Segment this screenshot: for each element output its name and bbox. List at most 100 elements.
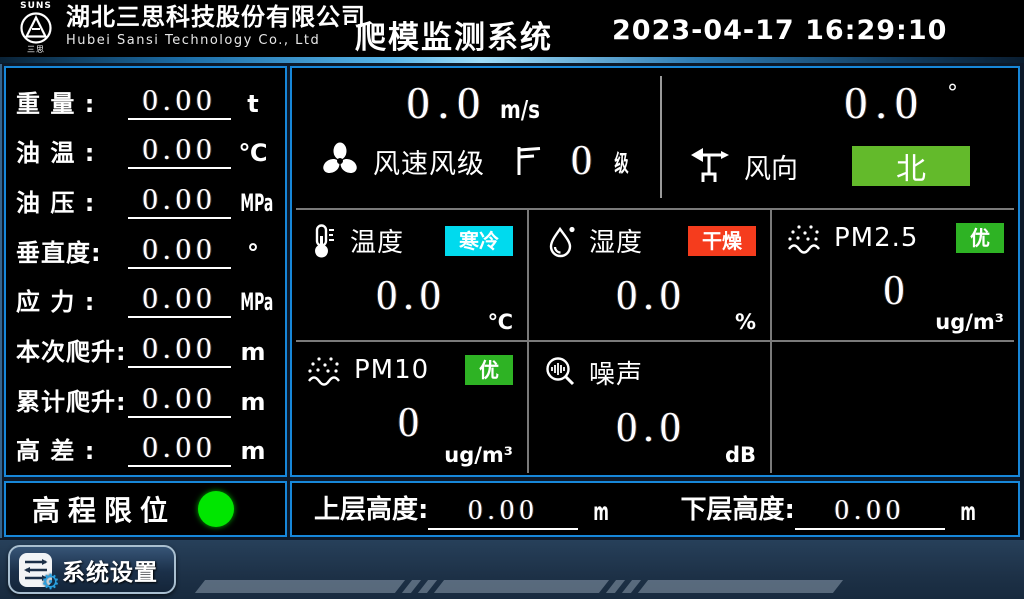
temperature-badge: 寒冷 (445, 226, 513, 256)
logo-suns-text: SUNS (8, 1, 64, 11)
company-logo: SUNS 三思 (8, 1, 64, 54)
temperature-value: 0.0 (306, 275, 517, 317)
temperature-unit: ℃ (488, 310, 513, 334)
metric-value: 0.00 (128, 133, 231, 169)
lower-height-unit: m (960, 497, 976, 530)
dust-icon (306, 354, 344, 386)
metric-unit: t (231, 92, 275, 120)
fan-icon (319, 140, 361, 182)
metric-row-current-climb: 本次爬升: 0.00 m (16, 322, 275, 368)
wind-speed-section: 0.0 m/s 风速风级 0 (292, 68, 660, 206)
metric-label: 垂直度: (16, 241, 128, 269)
pm10-badge: 优 (465, 355, 513, 385)
company-name-en: Hubei Sansi Technology Co., Ltd (66, 32, 366, 50)
wind-direction-row: 风向 北 (688, 146, 1024, 186)
dust-icon (786, 222, 824, 254)
temperature-label: 温度 (350, 222, 404, 259)
metrics-panel: 重 量 : 0.00 t 油 温 : 0.00 ℃ 油 压 : 0.00 MPa… (4, 66, 287, 477)
layer-heights-panel: 上层高度: 0.00 m 下层高度: 0.00 m (290, 481, 1020, 537)
wind-direction-section: 0.0 ° 风向 北 (662, 68, 1018, 206)
metric-unit: ℃ (231, 141, 275, 169)
header: SUNS 三思 湖北三思科技股份有限公司 Hubei Sansi Technol… (0, 0, 1024, 57)
temperature-cell: 温度 寒冷 0.0 ℃ (292, 210, 527, 340)
metric-label: 重 量 : (16, 92, 128, 120)
metric-unit: ° (231, 241, 275, 269)
humidity-label: 湿度 (589, 222, 643, 259)
screen: SUNS 三思 湖北三思科技股份有限公司 Hubei Sansi Technol… (0, 0, 1024, 599)
decorative-stripes (195, 580, 843, 593)
header-divider (0, 57, 1024, 63)
wind-speed-value: 0.0 (407, 77, 489, 128)
metric-value: 0.00 (128, 431, 231, 467)
pm25-label: PM2.5 (834, 223, 918, 253)
pm25-unit: ug/m³ (935, 310, 1004, 334)
metric-row-stress: 应 力 : 0.00 MPa (16, 272, 275, 318)
noise-cell: 噪声 0.0 dB (529, 342, 770, 473)
lower-height-group: 下层高度: 0.00 m (680, 489, 980, 530)
pm25-badge: 优 (956, 223, 1004, 253)
wind-speed-readout: 0.0 m/s (292, 80, 660, 126)
elevation-limit-panel: 高程限位 (4, 481, 287, 537)
upper-height-group: 上层高度: 0.00 m (314, 489, 614, 530)
metric-value: 0.00 (128, 282, 231, 318)
env-grid: 温度 寒冷 0.0 ℃ 湿度 干燥 0.0 % (292, 208, 1018, 475)
metric-row-oil-temp: 油 温 : 0.00 ℃ (16, 123, 275, 169)
metric-unit: m (231, 390, 275, 418)
wind-level-unit: 级 (614, 144, 628, 178)
lower-height-value: 0.00 (795, 496, 945, 530)
metric-label: 油 压 : (16, 191, 128, 219)
upper-height-value: 0.00 (428, 496, 578, 530)
left-edge-strip (0, 64, 2, 538)
metric-unit: MPa (240, 191, 266, 219)
noise-unit: dB (725, 443, 756, 467)
elevation-limit-label: 高程限位 (32, 489, 176, 529)
droplet-icon (543, 223, 579, 259)
metric-value: 0.00 (128, 382, 231, 418)
logo-sansi-text: 三思 (8, 45, 64, 54)
upper-height-unit: m (594, 497, 610, 530)
humidity-unit: % (735, 310, 756, 334)
metric-row-verticality: 垂直度: 0.00 ° (16, 223, 275, 269)
wind-direction-readout: 0.0 ° (844, 80, 958, 126)
elevation-limit-status-light (198, 491, 234, 527)
metric-value: 0.00 (128, 183, 231, 219)
pm10-unit: ug/m³ (444, 443, 513, 467)
pm10-label: PM10 (354, 355, 429, 385)
noise-label: 噪声 (589, 354, 643, 391)
sliders-gear-icon: ⚙ (18, 551, 54, 589)
metric-label: 累计爬升: (16, 390, 128, 418)
metric-label: 应 力 : (16, 290, 128, 318)
page-title: 爬模监测系统 (355, 12, 553, 57)
humidity-cell: 湿度 干燥 0.0 % (529, 210, 770, 340)
noise-icon (543, 355, 579, 391)
upper-height-label: 上层高度: (314, 489, 428, 530)
metric-row-height-diff: 高 差 : 0.00 m (16, 421, 275, 467)
metric-label: 高 差 : (16, 439, 128, 467)
thermometer-icon (306, 223, 340, 259)
metric-value: 0.00 (128, 233, 231, 269)
logo-mark-icon (19, 11, 53, 45)
pm10-cell: PM10 优 0 ug/m³ (292, 342, 527, 473)
metric-label: 油 温 : (16, 141, 128, 169)
humidity-value: 0.0 (543, 275, 760, 317)
metric-unit: MPa (240, 290, 266, 318)
metric-row-oil-pressure: 油 压 : 0.00 MPa (16, 173, 275, 219)
settings-button[interactable]: ⚙ 系统设置 (8, 545, 176, 594)
datetime-display: 2023-04-17 16:29:10 (612, 15, 947, 46)
metric-unit: m (231, 340, 275, 368)
wind-direction-value: 0.0 (844, 77, 926, 128)
wind-level-row: 风速风级 0 级 (292, 140, 660, 182)
metric-value: 0.00 (128, 332, 231, 368)
humidity-badge: 干燥 (688, 226, 756, 256)
wind-vane-icon (688, 146, 732, 186)
company-name-cn: 湖北三思科技股份有限公司 (66, 3, 366, 32)
wind-direction-unit: ° (947, 81, 958, 106)
pm10-value: 0 (306, 402, 517, 444)
metric-label: 本次爬升: (16, 340, 128, 368)
pm25-cell: PM2.5 优 0 ug/m³ (772, 210, 1018, 340)
wind-speed-unit: m/s (500, 95, 540, 124)
gear-icon: ⚙ (41, 572, 60, 593)
pm25-value: 0 (786, 270, 1008, 312)
lower-height-label: 下层高度: (680, 489, 794, 530)
footer-bar: ⚙ 系统设置 (0, 540, 1024, 599)
